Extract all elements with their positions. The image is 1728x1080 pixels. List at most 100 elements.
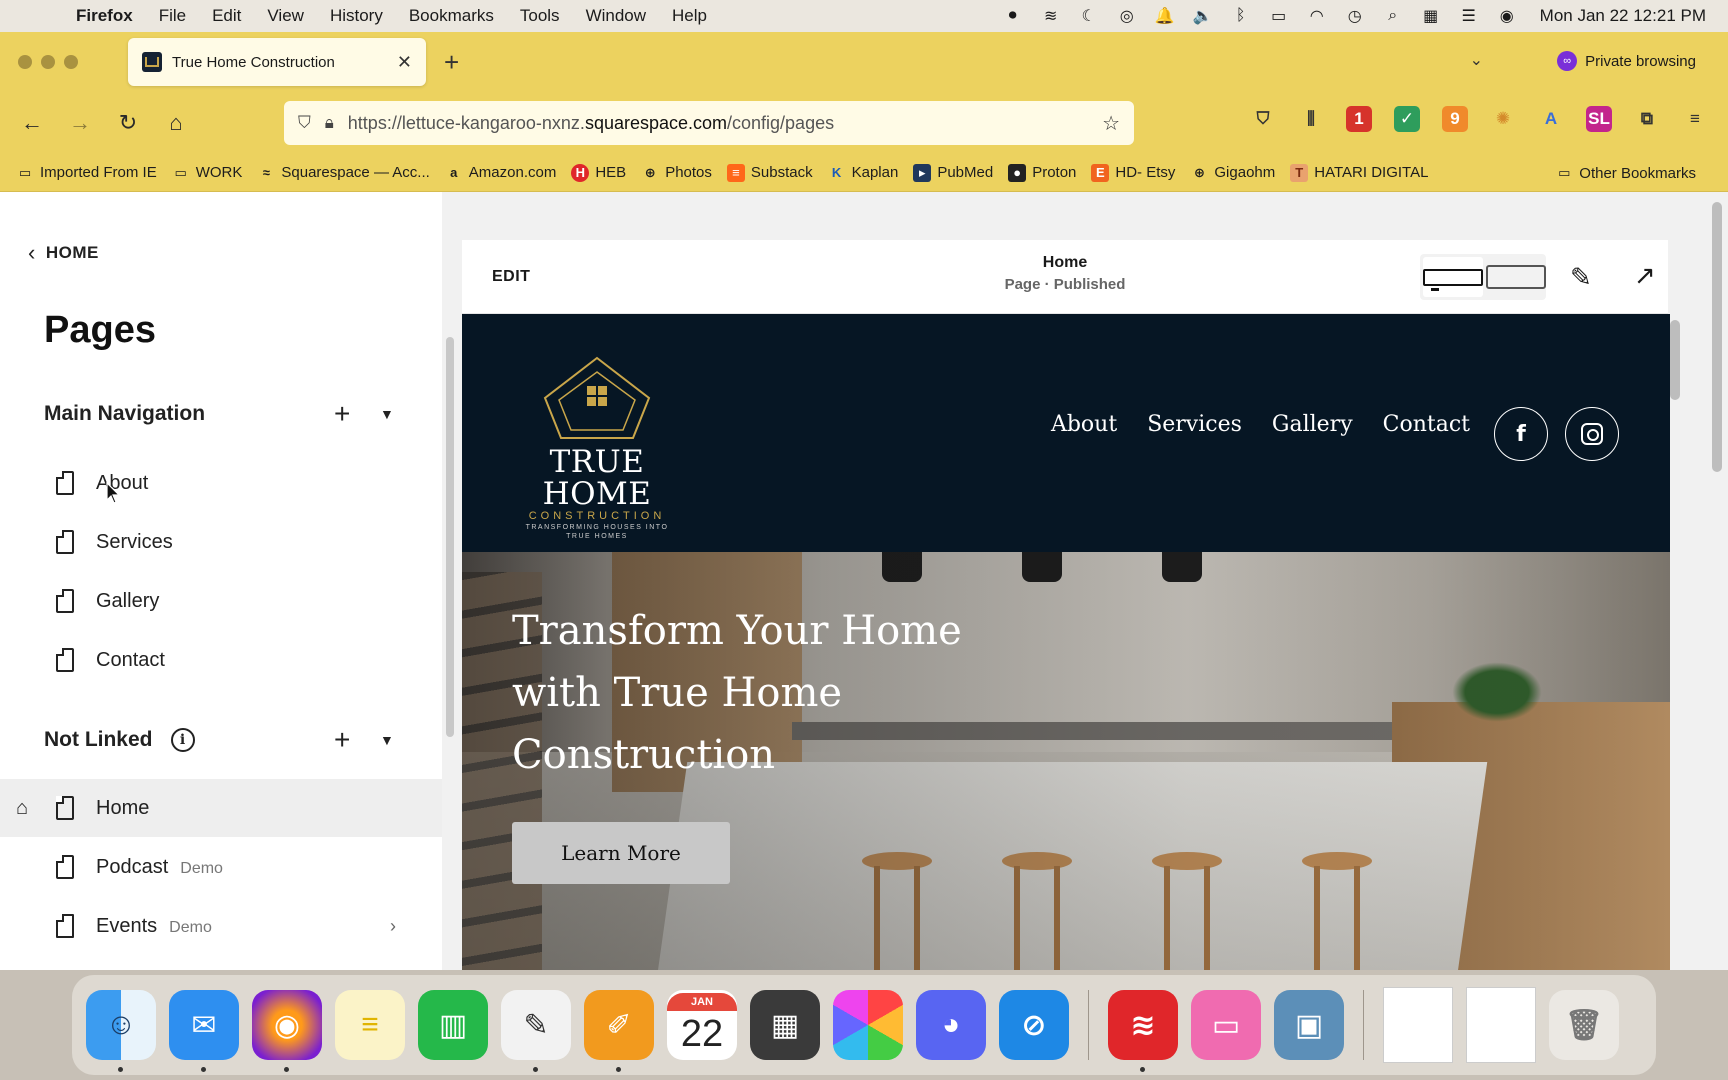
bookmark-other-bookmarks[interactable]: ▭ Other Bookmarks — [1555, 164, 1696, 182]
forward-arrow-icon[interactable]: → — [56, 103, 104, 143]
new-tab-button[interactable]: + — [444, 47, 459, 78]
menu-history[interactable]: History — [330, 6, 383, 26]
lock-icon[interactable]: 🔒︎ — [325, 113, 334, 133]
photos-icon[interactable] — [833, 990, 903, 1060]
todoist-icon[interactable]: ≋ — [1108, 990, 1178, 1072]
menu-file[interactable]: File — [159, 6, 186, 26]
instagram-icon[interactable] — [1565, 407, 1619, 461]
sidebar-item-gallery[interactable]: Gallery — [0, 572, 442, 630]
recent-document-thumbnail[interactable] — [1466, 987, 1536, 1063]
site-logo[interactable]: TRUE HOME CONSTRUCTION TRANSFORMING HOUS… — [512, 354, 682, 541]
menu-view[interactable]: View — [267, 6, 304, 26]
extension-gear-icon[interactable]: ✺ — [1490, 106, 1516, 132]
time-machine-icon[interactable]: ◷ — [1344, 7, 1366, 25]
site-nav-services[interactable]: Services — [1147, 412, 1242, 437]
recent-document-thumbnail[interactable] — [1383, 987, 1453, 1063]
expand-arrow-icon[interactable]: ↗ — [1634, 260, 1656, 291]
learn-more-button[interactable]: Learn More — [512, 822, 730, 884]
calendar-icon[interactable]: JAN 22 — [667, 990, 737, 1060]
site-nav-contact[interactable]: Contact — [1383, 412, 1470, 437]
bookmark-substack[interactable]: ≡ Substack — [726, 163, 813, 182]
back-to-home-link[interactable]: ‹ HOME — [28, 240, 99, 266]
todoist-icon[interactable]: ≋ — [1040, 7, 1062, 25]
preview-icon[interactable]: ▣ — [1274, 990, 1344, 1060]
bookmark-proton[interactable]: ● Proton — [1008, 163, 1076, 182]
notes-icon[interactable]: ≡ — [335, 990, 405, 1060]
discord-icon[interactable]: ◕ — [916, 990, 986, 1060]
bookmark-squarespace[interactable]: ≈ Squarespace — Acc... — [257, 164, 430, 182]
stop-record-icon[interactable]: ⏺ — [1002, 7, 1024, 25]
sidebar-item-podcast[interactable]: Podcast Demo — [0, 838, 442, 896]
volume-icon[interactable]: 🔈 — [1192, 7, 1214, 25]
keyboard-icon[interactable]: ▦ — [1420, 7, 1442, 25]
sidebar-scrollbar[interactable] — [446, 337, 454, 737]
add-page-plus-icon[interactable]: + — [334, 724, 350, 756]
trash-icon[interactable]: 🗑︎ — [1549, 990, 1619, 1060]
close-tab-icon[interactable]: ✕ — [397, 52, 412, 73]
extensions-puzzle-icon[interactable]: ⧉ — [1634, 106, 1660, 132]
spotlight-search-icon[interactable]: ⌕ — [1382, 7, 1404, 25]
airdrop-icon[interactable]: ◎ — [1116, 7, 1138, 25]
bookmark-hatari-digital[interactable]: T HATARI DIGITAL — [1290, 163, 1428, 182]
home-icon[interactable]: ⌂ — [152, 103, 200, 143]
sidebar-item-services[interactable]: Services — [0, 513, 442, 571]
siri-icon[interactable]: ◉ — [1496, 7, 1518, 25]
menu-help[interactable]: Help — [672, 6, 707, 26]
safari-icon[interactable]: ⊘ — [999, 990, 1069, 1060]
collapse-chevron-down-icon[interactable]: ▼ — [380, 732, 394, 748]
cleanmymac-icon[interactable]: ▭ — [1191, 990, 1261, 1060]
hero-title[interactable]: Transform Your Home with True Home Const… — [512, 600, 1032, 786]
pages-icon[interactable]: ✐ — [584, 990, 654, 1072]
site-styles-brush-icon[interactable]: ✎ — [1570, 262, 1592, 293]
back-arrow-icon[interactable]: ← — [8, 103, 56, 143]
menu-window[interactable]: Window — [586, 6, 646, 26]
wifi-icon[interactable]: ◠ — [1306, 7, 1328, 25]
numbers-icon[interactable]: ▥ — [418, 990, 488, 1060]
extension-sl-icon[interactable]: SL — [1586, 106, 1612, 132]
minimize-window-button[interactable] — [41, 55, 55, 69]
menu-clock[interactable]: Mon Jan 22 12:21 PM — [1540, 6, 1706, 26]
preview-scrollbar[interactable] — [1670, 320, 1680, 400]
menu-app-firefox[interactable]: Firefox — [76, 6, 133, 26]
bookmark-star-icon[interactable]: ☆ — [1102, 111, 1120, 136]
battery-icon[interactable]: ▭ — [1268, 7, 1290, 25]
sidebar-item-events[interactable]: Events Demo › — [0, 897, 442, 955]
url-text[interactable]: https://lettuce-kangaroo-nxnz.squarespac… — [348, 113, 1102, 134]
bookmark-hd-etsy[interactable]: E HD- Etsy — [1091, 163, 1175, 182]
menu-bookmarks[interactable]: Bookmarks — [409, 6, 494, 26]
menu-tools[interactable]: Tools — [520, 6, 560, 26]
calculator-icon[interactable]: ▦ — [750, 990, 820, 1060]
mobile-view-button[interactable] — [1486, 254, 1546, 300]
sidebar-item-home[interactable]: ⌂ Home — [0, 779, 442, 837]
bookmark-gigaohm[interactable]: ⊕ Gigaohm — [1190, 164, 1275, 182]
list-all-tabs-chevron-icon[interactable]: ⌄ — [1470, 50, 1483, 70]
window-scrollbar[interactable] — [1712, 202, 1722, 472]
zoom-window-button[interactable] — [64, 55, 78, 69]
mail-icon[interactable]: ✉ — [169, 990, 239, 1072]
translate-icon[interactable]: A — [1538, 106, 1564, 132]
sidebar-item-about[interactable]: About — [0, 454, 442, 512]
extension-check-icon[interactable]: ✓ — [1394, 106, 1420, 132]
reload-icon[interactable]: ↻ — [104, 103, 152, 143]
site-nav-gallery[interactable]: Gallery — [1272, 412, 1353, 437]
tracking-protection-shield-icon[interactable]: ⛉ — [298, 113, 311, 133]
chevron-right-icon[interactable]: › — [390, 916, 396, 937]
facebook-icon[interactable]: f — [1494, 407, 1548, 461]
info-icon[interactable]: i — [170, 728, 195, 752]
address-bar[interactable]: ⛉ 🔒︎ https://lettuce-kangaroo-nxnz.squar… — [284, 101, 1134, 145]
do-not-disturb-moon-icon[interactable]: ☾ — [1078, 7, 1100, 25]
extension-red-icon[interactable]: 1 — [1346, 106, 1372, 132]
sidebar-item-contact[interactable]: Contact — [0, 631, 442, 689]
bookmark-imported-from-ie[interactable]: ▭ Imported From IE — [16, 164, 157, 182]
firefox-icon[interactable]: ◉ — [252, 990, 322, 1072]
add-page-plus-icon[interactable]: + — [334, 398, 350, 430]
desktop-view-button[interactable] — [1423, 257, 1483, 297]
extension-orange-icon[interactable]: 9 — [1442, 106, 1468, 132]
bluetooth-icon[interactable]: ᛒ — [1230, 7, 1252, 25]
hamburger-menu-icon[interactable]: ≡ — [1682, 106, 1708, 132]
control-center-icon[interactable]: ☰ — [1458, 7, 1480, 25]
bookmark-kaplan[interactable]: K Kaplan — [828, 164, 898, 182]
bookmark-work[interactable]: ▭ WORK — [172, 164, 243, 182]
collapse-chevron-down-icon[interactable]: ▼ — [380, 406, 394, 422]
script-editor-icon[interactable]: ✎ — [501, 990, 571, 1072]
